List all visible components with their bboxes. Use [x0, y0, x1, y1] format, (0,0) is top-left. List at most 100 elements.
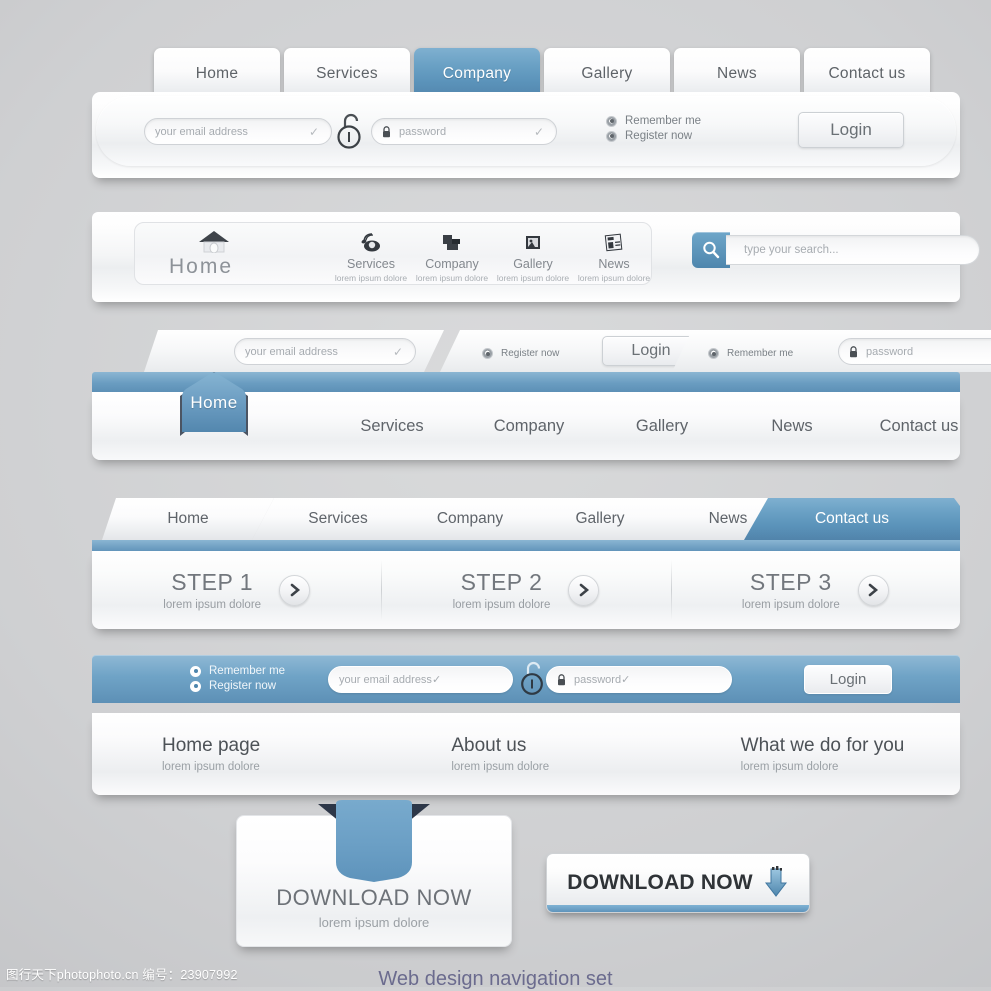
navigation-set-3: your email address ✓ Register now Login …: [92, 330, 991, 475]
navigation-set-2: Home Services lorem ipsum dolore Company…: [92, 212, 980, 302]
download-card-sub: lorem ipsum dolore: [318, 915, 430, 930]
menu-item-company[interactable]: Company: [464, 392, 594, 460]
nav-item-news[interactable]: News lorem ipsum dolore: [560, 229, 668, 283]
menu-label: Company: [493, 416, 565, 435]
email-input-5[interactable]: your email address ✓: [328, 666, 513, 693]
menu-item-news[interactable]: News: [732, 392, 852, 460]
chevron-right-icon[interactable]: [568, 574, 600, 606]
tab-home-4[interactable]: Home: [102, 498, 274, 540]
navigation-set-1: Home Services Company Gallery News Conta…: [92, 48, 960, 178]
option-label: Remember me: [209, 665, 286, 677]
menu-label: Services: [360, 416, 424, 435]
option-register-now-5[interactable]: Register now: [190, 680, 285, 692]
option-remember-me[interactable]: Remember me: [606, 115, 701, 127]
check-icon: ✓: [533, 124, 544, 139]
password-segment: password ✓: [792, 330, 991, 372]
email-placeholder: your email address: [339, 673, 432, 686]
radio-icon[interactable]: [482, 348, 493, 359]
option-label: Register now: [209, 680, 277, 692]
radio-icon[interactable]: [606, 130, 617, 142]
download-button-label: DOWNLOAD NOW: [567, 871, 753, 894]
options-group-1: Remember me Register now: [606, 112, 701, 145]
download-card-title: DOWNLOAD NOW: [276, 885, 472, 910]
option-register-now-3[interactable]: Register now: [482, 348, 559, 359]
search-input[interactable]: type your search...: [726, 235, 980, 265]
options-group-5: Remember me Register now: [190, 662, 285, 695]
login-bar-1: your email address ✓ password ✓ Remember…: [92, 92, 960, 178]
menu-label: Contact us: [879, 416, 959, 435]
link-about-us[interactable]: About us lorem ipsum dolore: [381, 713, 670, 795]
password-placeholder: password: [399, 125, 447, 138]
password-input-3[interactable]: password ✓: [838, 338, 991, 365]
login-label: Login: [830, 120, 872, 139]
check-icon: ✓: [308, 124, 319, 139]
accent-bar-4: [92, 540, 960, 551]
step-title: STEP 2: [460, 569, 543, 595]
tab-contact-us-4[interactable]: Contact us: [744, 498, 960, 540]
navigation-set-5: Remember me Register now your email addr…: [92, 655, 960, 795]
ribbon-bookmark-icon: [318, 800, 430, 882]
nav-item-home[interactable]: Home: [169, 255, 233, 279]
padlock-open-icon: [337, 113, 361, 149]
search-widget: type your search...: [692, 232, 980, 268]
password-input-1[interactable]: password ✓: [371, 118, 557, 145]
newspaper-icon: [560, 229, 668, 253]
email-placeholder: your email address: [245, 345, 338, 358]
link-home-page[interactable]: Home page lorem ipsum dolore: [92, 713, 381, 795]
login-segment: Register now Login: [440, 330, 708, 372]
nav-item-sub: lorem ipsum dolore: [577, 273, 651, 283]
password-input-5[interactable]: password ✓: [546, 666, 732, 693]
padlock-closed-icon: [558, 673, 565, 685]
login-button-1[interactable]: Login: [798, 112, 904, 148]
email-input-1[interactable]: your email address ✓: [144, 118, 332, 145]
step-2[interactable]: STEP 2 lorem ipsum dolore: [381, 551, 670, 629]
email-placeholder: your email address: [155, 125, 248, 138]
step-sub: lorem ipsum dolore: [741, 599, 840, 611]
login-label: Login: [829, 671, 867, 688]
link-sub: lorem ipsum dolore: [162, 761, 260, 773]
menu-label: News: [771, 416, 813, 435]
check-icon: ✓: [392, 344, 403, 359]
download-now-button[interactable]: DOWNLOAD NOW: [546, 853, 810, 913]
login-label: Login: [631, 342, 671, 359]
menu-item-home-shield[interactable]: Home: [170, 370, 258, 442]
chevron-right-icon[interactable]: [857, 574, 889, 606]
tab-label: Gallery: [575, 510, 625, 527]
menu-label: Home: [190, 393, 238, 412]
option-label: Register now: [625, 130, 693, 142]
option-remember-me-3[interactable]: Remember me: [708, 348, 793, 359]
padlock-closed-icon: [850, 345, 857, 357]
step-sub: lorem ipsum dolore: [452, 599, 551, 611]
skew-tab-bar: Home Services Company Gallery News Conta…: [92, 498, 960, 540]
option-remember-me-5[interactable]: Remember me: [190, 665, 285, 677]
password-placeholder: password: [574, 673, 622, 686]
menu-item-contact-us[interactable]: Contact us: [856, 392, 982, 460]
magnifier-icon: [703, 241, 720, 259]
link-what-we-do-for-you[interactable]: What we do for you lorem ipsum dolore: [671, 713, 960, 795]
tab-label: News: [717, 65, 757, 82]
icon-nav-box: Home Services lorem ipsum dolore Company…: [134, 222, 652, 285]
download-button-footer: [547, 905, 809, 912]
option-register-now[interactable]: Register now: [606, 130, 701, 142]
step-title: STEP 3: [749, 569, 832, 595]
radio-icon[interactable]: [708, 348, 719, 359]
tab-label: News: [708, 510, 748, 527]
step-3[interactable]: STEP 3 lorem ipsum dolore: [670, 551, 960, 629]
steps-panel: STEP 1 lorem ipsum dolore STEP 2 lorem i…: [92, 551, 960, 629]
step-title: STEP 1: [171, 569, 254, 595]
radio-icon[interactable]: [606, 115, 617, 127]
option-label: Register now: [501, 348, 560, 359]
option-label: Remember me: [625, 115, 702, 127]
link-title: What we do for you: [740, 735, 905, 756]
menu-item-services[interactable]: Services: [328, 392, 456, 460]
email-input-3[interactable]: your email address ✓: [234, 338, 416, 365]
radio-icon[interactable]: [190, 680, 201, 692]
link-title: About us: [451, 735, 527, 756]
chevron-right-icon[interactable]: [279, 574, 311, 606]
search-button[interactable]: [692, 232, 730, 268]
menu-item-gallery[interactable]: Gallery: [600, 392, 724, 460]
radio-icon[interactable]: [190, 665, 201, 677]
step-1[interactable]: STEP 1 lorem ipsum dolore: [92, 551, 381, 629]
tab-label: Contact us: [828, 65, 906, 82]
login-button-5[interactable]: Login: [804, 665, 892, 694]
